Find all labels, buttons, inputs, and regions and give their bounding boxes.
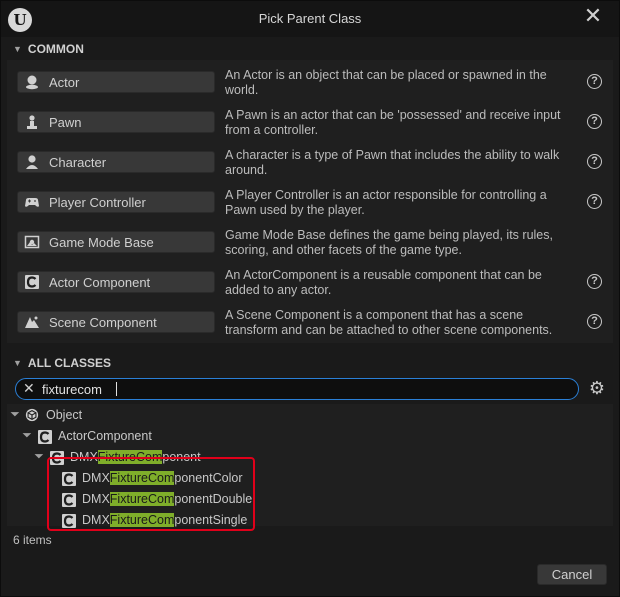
class-tree-item[interactable]: ◢ ActorComponent [22,425,152,446]
help-icon[interactable]: ? [587,314,602,329]
class-description: A Player Controller is an actor responsi… [225,188,547,217]
component-icon [61,492,76,507]
common-class-row: Player Controller A Player Controller is … [7,186,613,226]
gamepad-icon [24,194,40,210]
class-tree-item[interactable]: DMXFixtureComponentSingle [47,509,247,530]
common-class-row: Actor An Actor is an object that can be p… [7,66,613,106]
common-header-label: COMMON [27,42,84,56]
class-tree-item[interactable]: DMXFixtureComponentColor [47,467,242,488]
class-name-segment: Object [46,407,83,422]
title-bar: U Pick Parent Class ✕ [1,1,619,37]
class-button-label: Scene Component [49,314,157,330]
class-description: A character is a type of Pawn that inclu… [225,148,560,177]
component-icon [37,429,52,444]
class-name-segment: ponentSingle [174,512,248,527]
class-name-segment: ponentColor [174,470,243,485]
dialog-title: Pick Parent Class [258,11,362,26]
actor-button[interactable]: Actor [17,71,215,93]
class-tree-label: DMXFixtureComponentSingle [82,512,248,527]
character-icon [24,154,40,170]
close-icon[interactable]: ✕ [583,5,603,27]
cancel-button[interactable]: Cancel [537,564,607,585]
class-button-label: Pawn [49,114,82,130]
expanded-arrow-icon[interactable]: ◢ [34,448,50,464]
class-tree-label: Object [46,408,82,422]
class-description: An Actor is an object that can be placed… [225,68,547,97]
class-tree-label: DMXFixtureComponentDouble [82,491,253,506]
search-match-highlight: FixtureCom [109,470,175,485]
search-match-highlight: FixtureCom [97,449,163,464]
class-tree: ◢ Object ◢ ActorComponent ◢ DMXFixtureCompone… [7,404,613,531]
pawn-button[interactable]: Pawn [17,111,215,133]
common-class-row: Character A character is a type of Pawn t… [7,146,613,186]
class-name-segment: ActorComponent [58,428,152,443]
class-button-label: Game Mode Base [49,234,154,250]
help-icon[interactable]: ? [587,274,602,289]
expanded-arrow-icon[interactable]: ◢ [10,406,26,422]
search-match-highlight: FixtureCom [109,512,175,527]
class-button-label: Actor [49,74,80,90]
scene-component-icon [24,314,40,330]
class-description: Game Mode Base defines the game being pl… [225,228,553,257]
component-icon [49,450,64,465]
settings-gear-icon[interactable]: ⚙ [587,378,607,398]
common-class-row: Actor Component An ActorComponent is a re… [7,266,613,306]
class-tree-label: ActorComponent [58,429,152,443]
common-class-row: Pawn A Pawn is an actor that can be 'poss… [7,106,613,146]
common-section-header[interactable]: ▼ COMMON [7,38,613,60]
class-tree-label: DMXFixtureComponentColor [82,470,243,485]
class-name-segment: DMX [70,449,98,464]
expanded-arrow-icon[interactable]: ◢ [22,427,38,443]
common-class-row: Game Mode Base Game Mode Base defines the… [7,226,613,266]
all-classes-header-label: ALL CLASSES [27,356,112,370]
pick-parent-class-dialog: U Pick Parent Class ✕ ▼ COMMON Actor An A… [0,0,620,597]
collapse-arrow-icon: ▼ [13,358,22,368]
search-match-highlight: FixtureCom [109,491,175,506]
scene-component-button[interactable]: Scene Component [17,311,215,333]
actor-icon [24,74,40,90]
all-classes-section-header[interactable]: ▼ ALL CLASSES [7,352,613,374]
class-name-segment: DMX [82,491,110,506]
clear-search-icon[interactable]: ✕ [23,380,35,397]
help-icon[interactable]: ? [587,114,602,129]
player-controller-button[interactable]: Player Controller [17,191,215,213]
object-icon [25,408,39,422]
class-description: A Scene Component is a component that ha… [225,308,553,337]
common-classes-panel: Actor An Actor is an object that can be p… [7,60,613,343]
class-name-segment: DMX [82,470,110,485]
class-tree-item[interactable]: ◢ DMXFixtureComponent [34,446,201,467]
help-icon[interactable]: ? [587,194,602,209]
class-button-label: Character [49,154,107,170]
help-icon[interactable]: ? [587,154,602,169]
class-button-label: Player Controller [49,194,146,210]
help-icon[interactable]: ? [587,74,602,89]
class-tree-label: DMXFixtureComponent [70,449,201,464]
component-icon [61,513,76,528]
item-count: 6 items [13,533,52,547]
class-search-row: ✕ ⚙ [7,374,613,404]
class-search-box[interactable]: ✕ [15,378,579,400]
collapse-arrow-icon: ▼ [13,44,22,54]
component-icon [24,274,40,290]
class-tree-item[interactable]: DMXFixtureComponentDouble [47,488,252,509]
character-button[interactable]: Character [17,151,215,173]
class-description: An ActorComponent is a reusable componen… [225,268,542,297]
class-name-segment: DMX [82,512,110,527]
component-icon [61,471,76,486]
game-mode-icon [24,234,40,250]
text-caret [116,382,117,396]
game-mode-base-button[interactable]: Game Mode Base [17,231,215,253]
class-button-label: Actor Component [49,274,151,290]
class-name-segment: ponentDouble [174,491,253,506]
class-name-segment: ponent [162,449,201,464]
actor-component-button[interactable]: Actor Component [17,271,215,293]
pawn-icon [24,114,40,130]
class-search-input[interactable] [42,380,562,398]
class-description: A Pawn is an actor that can be 'possesse… [225,108,561,137]
common-class-row: Scene Component A Scene Component is a co… [7,306,613,346]
class-tree-item[interactable]: ◢ Object [10,404,82,425]
